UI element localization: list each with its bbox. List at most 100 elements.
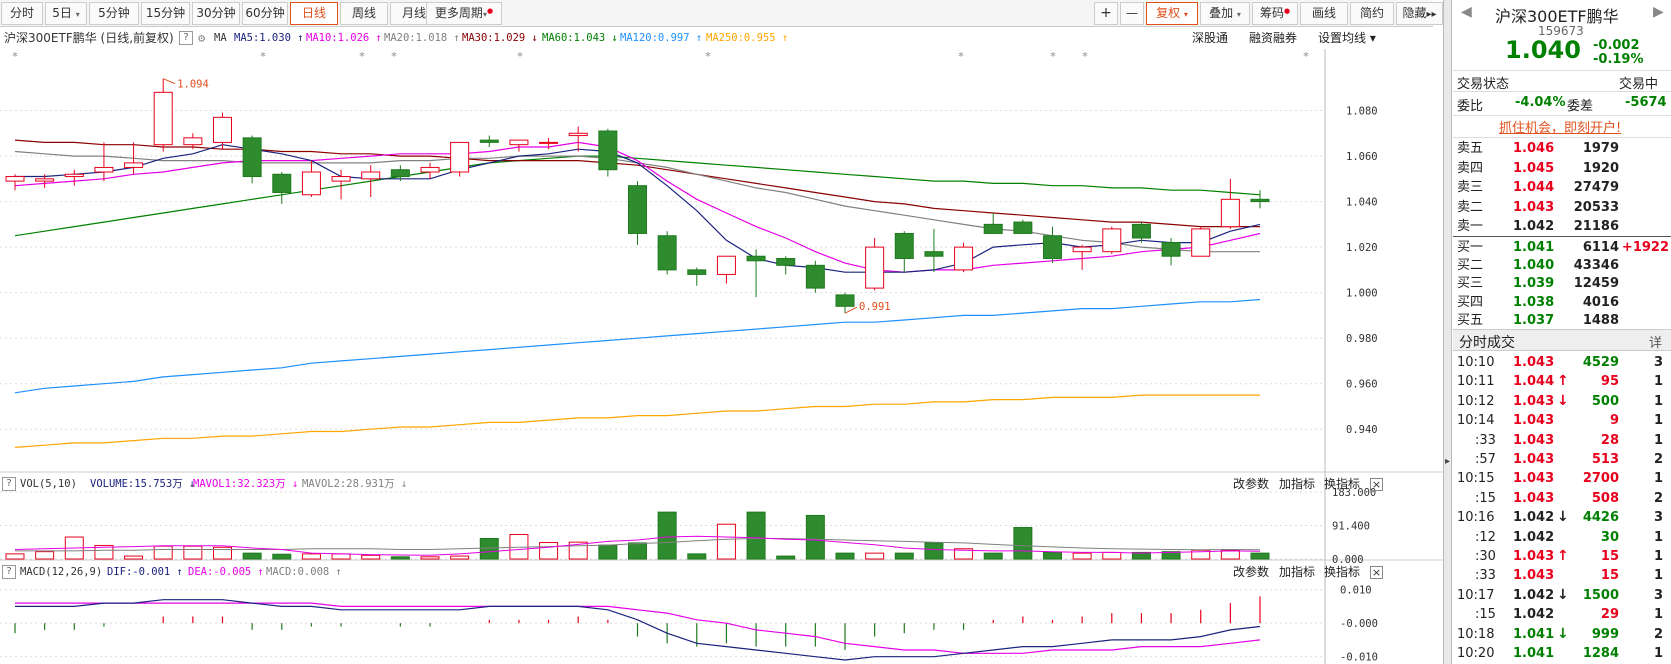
ask-row[interactable]: 卖五 1.046 1979 (1453, 139, 1671, 158)
switch-indicator-button[interactable]: 换指标 (1324, 474, 1360, 494)
trade-price: 1.041 (1513, 626, 1555, 642)
trade-price: 1.043 (1513, 355, 1555, 370)
prev-stock-icon[interactable]: ◀ (1461, 4, 1472, 20)
help-icon[interactable]: ? (2, 477, 16, 491)
trade-price: 1.043 (1513, 413, 1555, 429)
candle-body (746, 255, 766, 262)
candle-body (509, 139, 529, 146)
volume-bar (598, 544, 618, 560)
trade-time: 10:12 (1457, 393, 1495, 409)
volume-bar (35, 551, 55, 560)
y-tick-label: 1.020 (1346, 242, 1378, 254)
volume-bar (183, 545, 203, 560)
bid-level-label: 买四 (1457, 294, 1484, 310)
candle-body (924, 251, 944, 257)
trade-row[interactable]: 10:11 1.044 ↑ 95 1 (1453, 372, 1671, 391)
y-tick-label: 0.980 (1346, 333, 1378, 345)
bid-row[interactable]: 买三 1.039 12459 (1453, 274, 1671, 293)
ask-level-label: 卖四 (1457, 160, 1484, 176)
bid-row[interactable]: 买一 1.041 6114 +1922 (1453, 238, 1671, 257)
trade-price: 1.043 (1513, 490, 1555, 506)
ask-level-label: 卖二 (1457, 199, 1484, 215)
switch-indicator-button[interactable]: 换指标 (1324, 562, 1360, 582)
candle-body (213, 116, 232, 143)
ask-level-label: 卖一 (1457, 219, 1484, 234)
macd-tick-label: 0.010 (1340, 585, 1372, 597)
candle-body (1072, 246, 1092, 253)
vol-panel-header: ? VOL(5,10) VOLUME:15.753万 ↓ MAVOL1:32.3… (0, 474, 1388, 494)
close-icon[interactable]: × (1370, 478, 1383, 491)
trade-row[interactable]: 10:15 1.043 2700 1 (1453, 469, 1671, 488)
ask-row[interactable]: 卖四 1.045 1920 (1453, 159, 1671, 178)
trade-row[interactable]: :15 1.042 29 1 (1453, 605, 1671, 624)
trades-title: 分时成交 (1459, 335, 1515, 351)
trade-row[interactable]: :15 1.043 508 2 (1453, 489, 1671, 508)
ask-row[interactable]: 卖三 1.044 27479 (1453, 178, 1671, 197)
trade-row[interactable]: 10:17 1.042 ↓ 1500 3 (1453, 586, 1671, 605)
volume-bar (805, 514, 825, 560)
trade-row[interactable]: 10:20 1.041 1284 1 (1453, 644, 1671, 663)
bid-row[interactable]: 买四 1.038 4016 (1453, 293, 1671, 312)
trade-row[interactable]: 10:14 1.043 9 1 (1453, 411, 1671, 430)
volume-bar (776, 555, 796, 560)
volume-bar (628, 542, 647, 560)
event-marker-icon: * (1303, 50, 1309, 63)
trade-row[interactable]: 10:16 1.042 ↓ 4426 3 (1453, 508, 1671, 527)
trade-row[interactable]: :33 1.043 15 1 (1453, 566, 1671, 585)
macd-indicator-name: MACD(12,26,9) (20, 566, 103, 578)
candle-body (479, 139, 499, 143)
trade-time: :33 (1475, 568, 1496, 584)
trade-row[interactable]: 10:18 1.041 ↓ 999 2 (1453, 625, 1671, 644)
trade-row[interactable]: 10:12 1.043 ↓ 500 1 (1453, 392, 1671, 411)
trade-direction-icon: ↓ (1557, 586, 1569, 603)
next-stock-icon[interactable]: ▶ (1653, 4, 1664, 20)
candle-body (628, 185, 647, 234)
add-indicator-button[interactable]: 加指标 (1279, 474, 1315, 494)
edit-params-button[interactable]: 改参数 (1233, 562, 1269, 582)
ask-row[interactable]: 卖一 1.042 21186 (1453, 217, 1671, 236)
trade-count: 1 (1653, 607, 1663, 623)
volume-bar (983, 552, 1003, 560)
trade-row[interactable]: :57 1.043 513 2 (1453, 450, 1671, 469)
bid-level-label: 买二 (1457, 258, 1484, 274)
y-tick-label: 1.060 (1346, 151, 1378, 163)
open-account-link[interactable]: 抓住机会，即刻开户! (1499, 117, 1621, 136)
trade-volume: 2700 (1582, 471, 1619, 487)
y-tick-label: 1.040 (1346, 197, 1378, 209)
high-price-label: 1.094 (177, 79, 209, 91)
candle-body (390, 169, 410, 178)
trade-time: 10:18 (1457, 626, 1495, 642)
trades-detail-button[interactable]: 详 (1649, 332, 1662, 351)
edit-params-button[interactable]: 改参数 (1233, 474, 1269, 494)
volume-bar (420, 556, 440, 560)
trade-row[interactable]: :33 1.043 28 1 (1453, 431, 1671, 450)
trade-price: 1.043 (1513, 432, 1555, 448)
trade-row[interactable]: :12 1.042 30 1 (1453, 528, 1671, 547)
candle-body (568, 132, 588, 137)
event-marker-icon: * (12, 50, 18, 63)
volume-bar (124, 555, 144, 560)
trade-row[interactable]: 10:10 1.043 4529 3 (1453, 353, 1671, 372)
event-marker-icon: * (1050, 50, 1056, 63)
add-indicator-button[interactable]: 加指标 (1279, 562, 1315, 582)
trade-row[interactable]: :30 1.043 ↑ 15 1 (1453, 547, 1671, 566)
collapse-arrow-icon[interactable]: ▸ (1445, 456, 1450, 467)
trade-volume: 95 (1600, 374, 1619, 390)
bid-row[interactable]: 买二 1.040 43346 (1453, 256, 1671, 275)
bid-price: 1.041 (1513, 240, 1555, 255)
y-tick-label: 1.080 (1346, 106, 1378, 118)
ask-volume: 20533 (1573, 199, 1619, 215)
volume-bar (539, 542, 559, 560)
volume-bar (1043, 551, 1062, 560)
bid-row[interactable]: 买五 1.037 1488 (1453, 311, 1671, 330)
candle-body (1131, 223, 1151, 239)
help-icon[interactable]: ? (2, 565, 16, 579)
trade-count: 1 (1653, 646, 1663, 661)
close-icon[interactable]: × (1370, 566, 1383, 579)
panel-splitter[interactable]: ▸ (1443, 0, 1452, 664)
macd-tick-label: -0.010 (1340, 652, 1378, 664)
event-marker-icon: * (517, 50, 523, 63)
order-diff-value: -5674 (1625, 95, 1667, 110)
ask-row[interactable]: 卖二 1.043 20533 (1453, 198, 1671, 217)
ask-level-label: 卖三 (1457, 180, 1484, 195)
